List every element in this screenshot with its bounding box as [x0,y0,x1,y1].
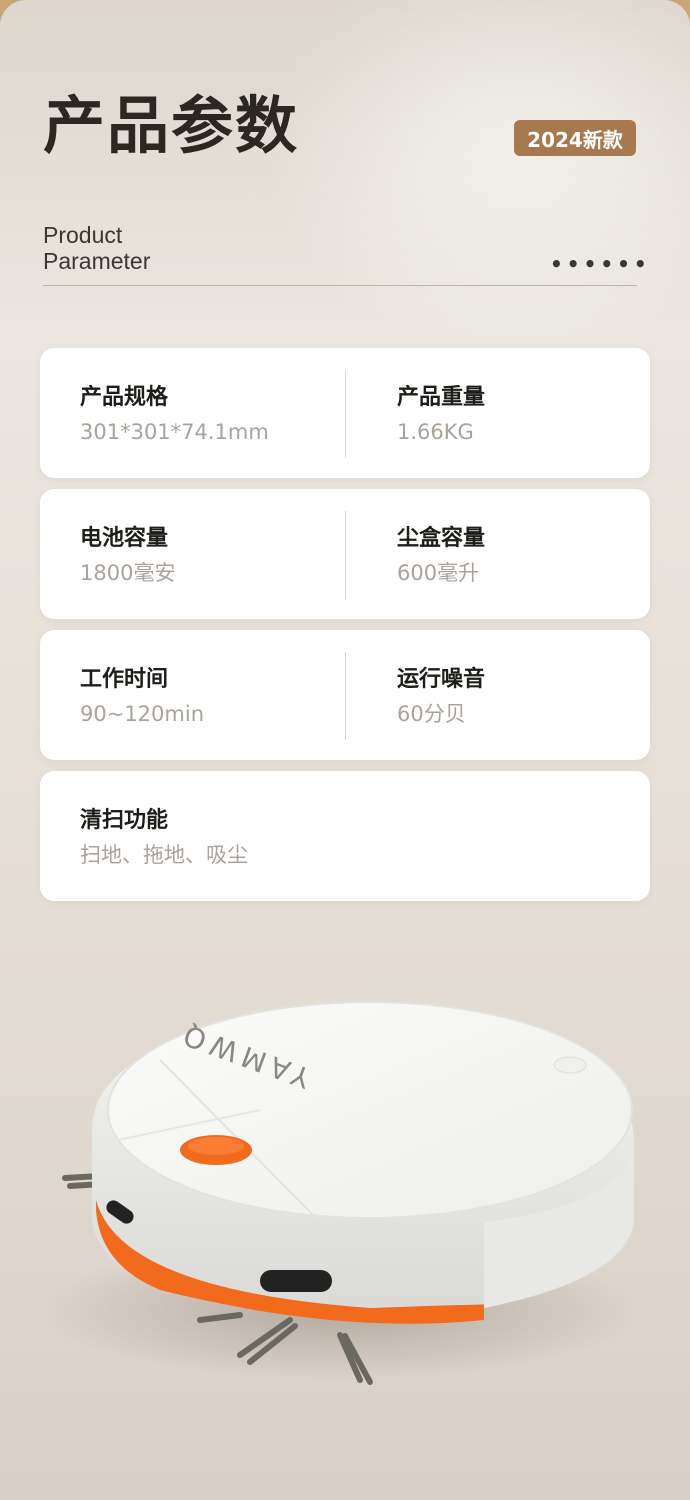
spec-label: 电池容量 [80,526,169,551]
robot-vacuum-illustration: YAMWQ [40,1001,640,1385]
spec-card-runtime-noise: 工作时间 90~120min 运行噪音 60分贝 [40,630,650,760]
spec-label: 尘盒容量 [397,526,486,551]
spec-runtime: 工作时间 90~120min [80,666,204,728]
spec-dustbox: 尘盒容量 600毫升 [397,525,485,587]
subtitle-line-2: Parameter [43,248,151,274]
front-sensor-window [260,1270,332,1292]
card-divider [345,652,346,740]
decorative-dots: •••••• [550,252,651,276]
robot-vacuum-image: YAMWQ [40,990,660,1410]
spec-value: 扫地、拖地、吸尘 [80,843,248,867]
spec-label: 运行噪音 [397,667,486,692]
spec-label: 产品规格 [80,385,169,410]
spec-label: 产品重量 [397,385,486,410]
spec-value: 600毫升 [397,561,480,585]
english-subtitle: Product Parameter [43,222,150,274]
spec-functions: 清扫功能 扫地、拖地、吸尘 [80,807,248,869]
spec-noise: 运行噪音 60分贝 [397,666,485,728]
lidar-sensor [553,1056,587,1074]
spec-weight: 产品重量 1.66KG [397,384,485,446]
spec-battery: 电池容量 1800毫安 [80,525,175,587]
spec-value: 1.66KG [397,420,474,444]
card-divider [345,511,346,599]
power-button-highlight [188,1137,244,1155]
spec-label: 清扫功能 [80,808,169,833]
spec-card-functions: 清扫功能 扫地、拖地、吸尘 [40,771,650,901]
spec-size: 产品规格 301*301*74.1mm [80,384,269,446]
background-glow [260,0,690,360]
spec-card-battery-dustbox: 电池容量 1800毫安 尘盒容量 600毫升 [40,489,650,619]
card-divider [345,370,346,458]
spec-label: 工作时间 [80,667,169,692]
spec-card-size-weight: 产品规格 301*301*74.1mm 产品重量 1.66KG [40,348,650,478]
spec-value: 301*301*74.1mm [80,420,269,444]
header-divider [43,285,637,286]
spec-value: 90~120min [80,702,205,726]
subtitle-line-1: Product [43,222,123,248]
spec-value: 60分贝 [397,702,466,726]
new-model-badge: 2024新款 [514,120,636,156]
spec-value: 1800毫安 [80,561,176,585]
page-title: 产品参数 [43,89,300,162]
product-parameter-page: 产品参数 2024新款 Product Parameter •••••• 产品规… [0,0,690,1500]
